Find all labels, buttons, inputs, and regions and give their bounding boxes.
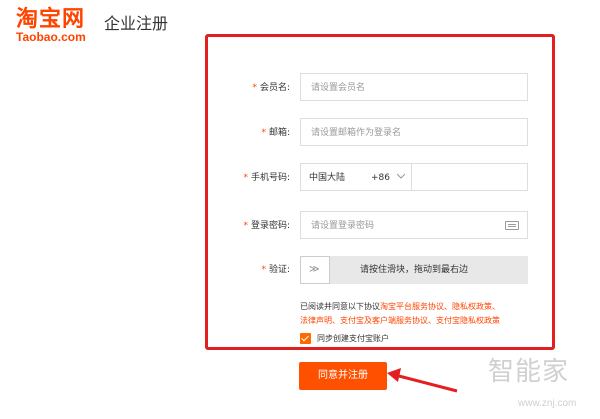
slider-hint: 请按住滑块，拖动到最右边 (360, 265, 469, 275)
link-alipay-privacy-policy[interactable]: 支付宝隐私权政策 (436, 316, 500, 325)
red-arrow-annotation-icon (387, 368, 458, 393)
watermark-url: www.znj.com (518, 398, 577, 409)
verify-label: * 验证: (261, 265, 290, 275)
phone-number-input[interactable] (411, 163, 528, 191)
country-code-select[interactable]: 中国大陆 +86 (300, 163, 412, 191)
link-legal-statement[interactable]: 法律声明、 (300, 316, 340, 325)
link-privacy-policy[interactable]: 隐私权政策、 (452, 302, 500, 311)
password-input[interactable]: 请设置登录密码 (300, 211, 528, 239)
page-title: 企业注册 (104, 14, 169, 33)
email-placeholder: 请设置邮箱作为登录名 (311, 128, 402, 138)
member-name-label: * 会员名: (252, 83, 290, 93)
agree-and-register-button[interactable]: 同意并注册 (299, 362, 387, 390)
agreement-text: 已阅读并同意以下协议淘宝平台服务协议、隐私权政策、 法律声明、支付宝及客户端服务协… (300, 302, 500, 325)
password-label: * 登录密码: (243, 221, 290, 231)
watermark-logo: 智能家 (488, 357, 570, 387)
member-name-input[interactable]: 请设置会员名 (300, 73, 528, 101)
country-code: +86 (371, 173, 390, 183)
logo-text-cn: 淘宝网 (16, 7, 86, 32)
chevron-down-icon (397, 173, 405, 179)
member-name-placeholder: 请设置会员名 (311, 83, 366, 93)
slider-handle[interactable]: ≫ (300, 256, 330, 284)
country-name: 中国大陆 (309, 173, 346, 183)
keyboard-icon[interactable] (505, 221, 519, 230)
email-input[interactable]: 请设置邮箱作为登录名 (300, 118, 528, 146)
double-chevron-right-icon: ≫ (309, 264, 320, 275)
logo-text-en: Taobao.com (16, 30, 86, 44)
alipay-account-checkbox[interactable] (300, 333, 311, 344)
link-taobao-service-agreement[interactable]: 淘宝平台服务协议、 (380, 302, 452, 311)
email-label: * 邮箱: (261, 128, 290, 138)
password-placeholder: 请设置登录密码 (311, 221, 375, 231)
alipay-account-checkbox-label: 同步创建支付宝账户 (317, 334, 389, 343)
link-alipay-client-agreement[interactable]: 支付宝及客户端服务协议、 (340, 316, 436, 325)
phone-label: * 手机号码: (243, 173, 290, 183)
verify-slider[interactable]: ≫ 请按住滑块，拖动到最右边 (300, 256, 528, 284)
taobao-logo[interactable]: 淘宝网 Taobao.com (16, 7, 106, 45)
